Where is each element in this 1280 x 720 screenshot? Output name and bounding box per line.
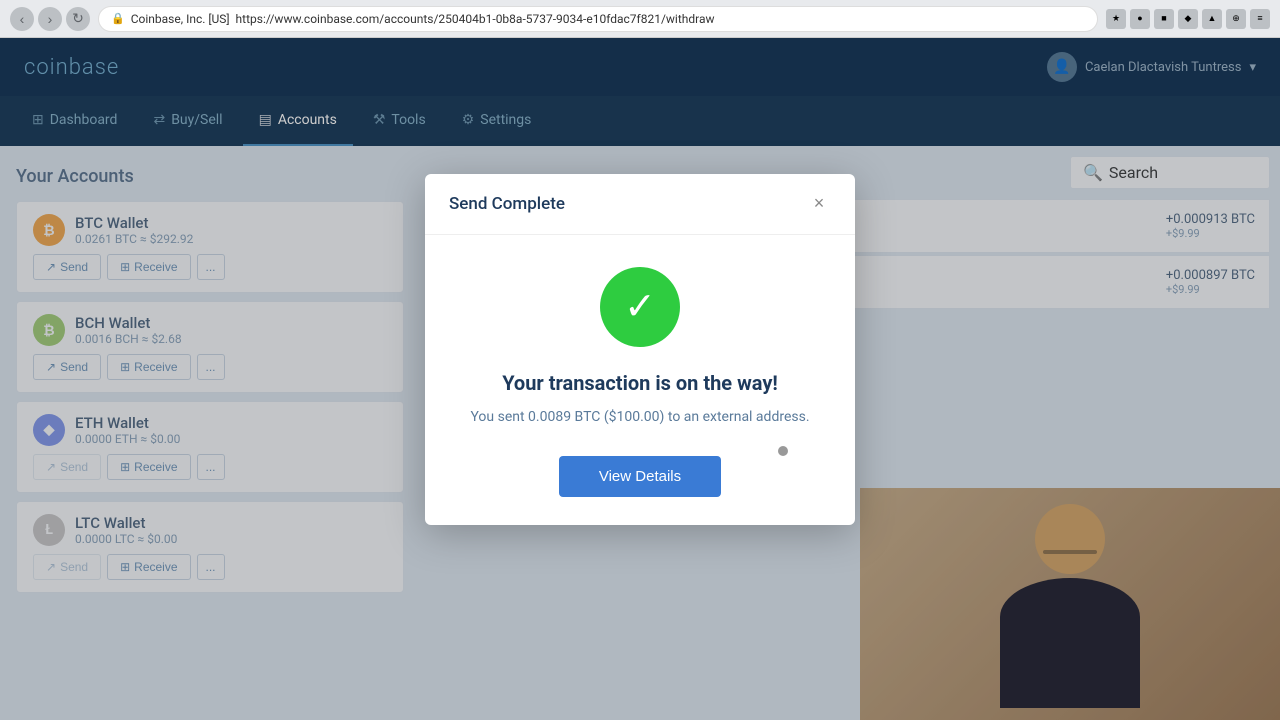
browser-icons: ★ ● ■ ◆ ▲ ⊕ ≡ — [1106, 9, 1270, 29]
checkmark-icon: ✓ — [624, 288, 656, 326]
address-bar[interactable]: 🔒 Coinbase, Inc. [US] https://www.coinba… — [98, 6, 1098, 32]
modal-heading: Your transaction is on the way! — [449, 371, 831, 395]
app-container: coinbase 👤 Caelan Dlactavish Tuntress ▾ … — [0, 38, 1280, 720]
refresh-button[interactable]: ↻ — [66, 7, 90, 31]
back-button[interactable]: ‹ — [10, 7, 34, 31]
url-text: https://www.coinbase.com/accounts/250404… — [236, 12, 715, 26]
modal-header: Send Complete × — [425, 174, 855, 235]
success-circle: ✓ — [600, 267, 680, 347]
modal-backdrop: Send Complete × ✓ Your transaction is on… — [0, 38, 1280, 720]
view-details-button[interactable]: View Details — [559, 456, 721, 497]
ext-icon-1: ★ — [1106, 9, 1126, 29]
modal-close-button[interactable]: × — [807, 192, 831, 216]
send-complete-modal: Send Complete × ✓ Your transaction is on… — [425, 174, 855, 525]
lock-icon: 🔒 — [111, 12, 125, 25]
ext-icon-7: ≡ — [1250, 9, 1270, 29]
ext-icon-4: ◆ — [1178, 9, 1198, 29]
browser-nav-buttons: ‹ › ↻ — [10, 7, 90, 31]
modal-title: Send Complete — [449, 194, 565, 214]
forward-button[interactable]: › — [38, 7, 62, 31]
ext-icon-2: ● — [1130, 9, 1150, 29]
browser-chrome: ‹ › ↻ 🔒 Coinbase, Inc. [US] https://www.… — [0, 0, 1280, 38]
modal-description: You sent 0.0089 BTC ($100.00) to an exte… — [449, 407, 831, 428]
ext-icon-3: ■ — [1154, 9, 1174, 29]
modal-body: ✓ Your transaction is on the way! You se… — [425, 235, 855, 525]
site-label: Coinbase, Inc. [US] — [131, 12, 230, 26]
ext-icon-6: ⊕ — [1226, 9, 1246, 29]
ext-icon-5: ▲ — [1202, 9, 1222, 29]
